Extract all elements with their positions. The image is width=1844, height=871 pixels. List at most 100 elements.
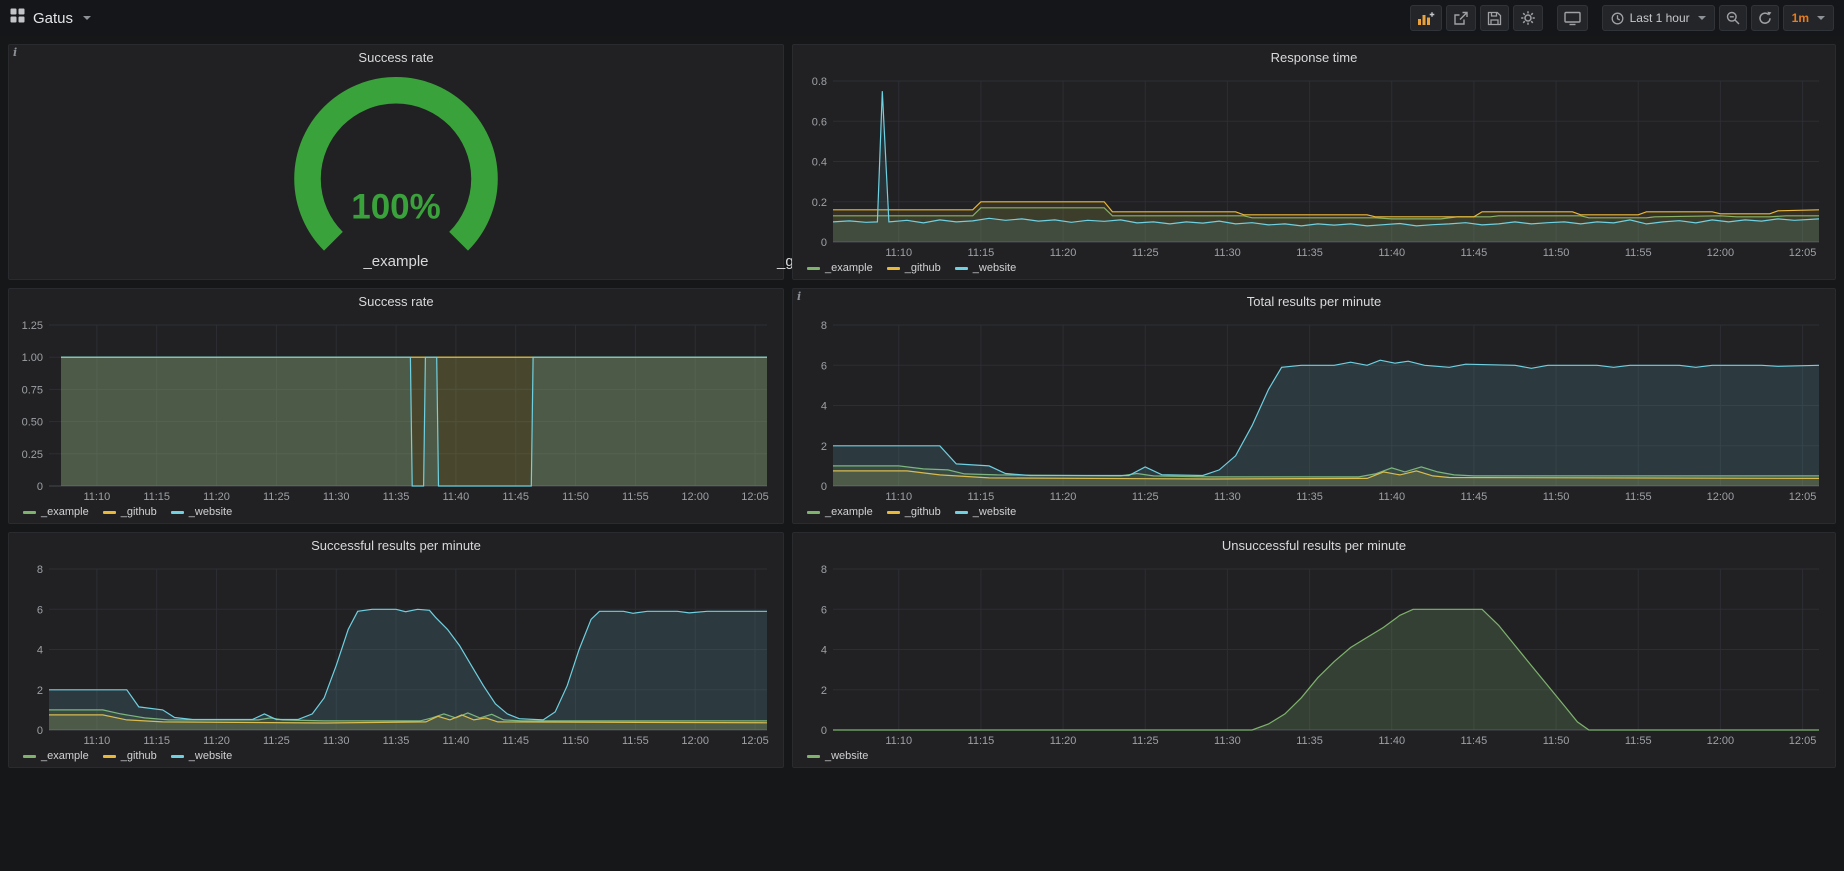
timeseries-plot[interactable]: 00.250.500.751.001.2511:1011:1511:2011:2… bbox=[15, 315, 777, 503]
svg-text:0.2: 0.2 bbox=[812, 197, 827, 209]
timeseries-plot[interactable]: 0246811:1011:1511:2011:2511:3011:3511:40… bbox=[799, 559, 1829, 747]
svg-text:0: 0 bbox=[37, 481, 43, 493]
legend-color-mark bbox=[171, 755, 184, 758]
navbar: Gatus Last 1 hour 1m bbox=[0, 0, 1844, 36]
monitor-icon bbox=[1564, 11, 1581, 26]
dashboard-grid: i Success rate 100%_example100%_github78… bbox=[0, 36, 1844, 776]
svg-text:11:50: 11:50 bbox=[1543, 491, 1570, 503]
svg-text:12:00: 12:00 bbox=[681, 491, 709, 503]
dashboard-grid-icon bbox=[10, 8, 25, 28]
chart-area[interactable]: 0246811:1011:1511:2011:2511:3011:3511:40… bbox=[15, 559, 777, 747]
panel-title[interactable]: Unsuccessful results per minute bbox=[793, 533, 1835, 559]
zoom-out-button[interactable] bbox=[1719, 5, 1747, 31]
zoom-out-magnifier-icon bbox=[1726, 11, 1740, 25]
chart-area[interactable]: 00.250.500.751.001.2511:1011:1511:2011:2… bbox=[15, 315, 777, 503]
svg-text:11:55: 11:55 bbox=[622, 735, 649, 747]
panel-title[interactable]: Total results per minute bbox=[793, 289, 1835, 315]
svg-text:11:40: 11:40 bbox=[1378, 491, 1405, 503]
svg-text:12:05: 12:05 bbox=[1789, 735, 1817, 747]
svg-text:0.6: 0.6 bbox=[812, 116, 827, 128]
legend-color-mark bbox=[807, 755, 820, 758]
legend-color-mark bbox=[887, 511, 900, 514]
timeseries-plot[interactable]: 0246811:1011:1511:2011:2511:3011:3511:40… bbox=[799, 315, 1829, 503]
legend-color-mark bbox=[807, 511, 820, 514]
svg-text:11:20: 11:20 bbox=[1050, 491, 1077, 503]
timeseries-plot[interactable]: 00.20.40.60.811:1011:1511:2011:2511:3011… bbox=[799, 71, 1829, 259]
chart-legend: _example _github _website bbox=[799, 259, 1829, 277]
legend-item-_website[interactable]: _website bbox=[171, 750, 232, 762]
legend-series-name: _github bbox=[121, 750, 157, 762]
legend-item-_website[interactable]: _website bbox=[807, 750, 868, 762]
legend-series-name: _github bbox=[905, 262, 941, 274]
svg-text:6: 6 bbox=[821, 360, 827, 372]
legend-item-_github[interactable]: _github bbox=[887, 262, 941, 274]
svg-text:11:20: 11:20 bbox=[1050, 735, 1077, 747]
svg-text:1.25: 1.25 bbox=[22, 320, 43, 332]
cycle-view-mode-button[interactable] bbox=[1557, 5, 1588, 31]
add-panel-button[interactable] bbox=[1410, 5, 1442, 31]
legend-series-name: _website bbox=[189, 506, 232, 518]
panel-title[interactable]: Response time bbox=[793, 45, 1835, 71]
svg-text:11:35: 11:35 bbox=[1296, 247, 1323, 259]
gauge-label: _example bbox=[363, 253, 428, 270]
share-button[interactable] bbox=[1446, 5, 1476, 31]
dashboard-picker[interactable]: Gatus bbox=[10, 8, 91, 28]
svg-text:11:55: 11:55 bbox=[1625, 735, 1652, 747]
svg-text:12:00: 12:00 bbox=[1707, 735, 1735, 747]
save-icon bbox=[1487, 11, 1502, 26]
chart-area[interactable]: 00.20.40.60.811:1011:1511:2011:2511:3011… bbox=[799, 71, 1829, 259]
svg-text:11:25: 11:25 bbox=[1132, 247, 1159, 259]
svg-text:11:10: 11:10 bbox=[84, 491, 111, 503]
legend-item-_github[interactable]: _github bbox=[103, 506, 157, 518]
svg-text:11:55: 11:55 bbox=[622, 491, 649, 503]
panel-body: 100%_example100%_github78.34%_website bbox=[9, 71, 783, 279]
svg-text:8: 8 bbox=[821, 320, 827, 332]
legend-item-_github[interactable]: _github bbox=[103, 750, 157, 762]
panel-title[interactable]: Successful results per minute bbox=[9, 533, 783, 559]
legend-item-_website[interactable]: _website bbox=[171, 506, 232, 518]
legend-series-name: _github bbox=[905, 506, 941, 518]
time-range-button[interactable]: Last 1 hour bbox=[1602, 5, 1715, 31]
svg-text:11:15: 11:15 bbox=[143, 735, 170, 747]
timeseries-plot[interactable]: 0246811:1011:1511:2011:2511:3011:3511:40… bbox=[15, 559, 777, 747]
svg-text:11:45: 11:45 bbox=[1461, 247, 1488, 259]
svg-text:11:30: 11:30 bbox=[323, 735, 350, 747]
chart-area[interactable]: 0246811:1011:1511:2011:2511:3011:3511:40… bbox=[799, 315, 1829, 503]
refresh-button[interactable] bbox=[1751, 5, 1779, 31]
svg-text:0.25: 0.25 bbox=[22, 449, 43, 461]
svg-text:11:20: 11:20 bbox=[203, 735, 230, 747]
panel-info-icon[interactable]: i bbox=[797, 290, 811, 304]
time-range-label: Last 1 hour bbox=[1630, 11, 1690, 25]
legend-item-_website[interactable]: _website bbox=[955, 262, 1016, 274]
svg-text:11:50: 11:50 bbox=[1543, 735, 1570, 747]
gauge-row: 100%_example100%_github78.34%_website bbox=[15, 71, 777, 277]
legend-series-name: _website bbox=[189, 750, 232, 762]
legend-item-_example[interactable]: _example bbox=[23, 750, 89, 762]
legend-item-_example[interactable]: _example bbox=[807, 506, 873, 518]
panel-body: 00.250.500.751.001.2511:1011:1511:2011:2… bbox=[9, 315, 783, 523]
svg-text:11:25: 11:25 bbox=[1132, 491, 1159, 503]
svg-text:0: 0 bbox=[821, 725, 827, 737]
settings-button[interactable] bbox=[1513, 5, 1543, 31]
svg-text:0.4: 0.4 bbox=[812, 157, 827, 169]
panel-info-icon[interactable]: i bbox=[13, 46, 27, 60]
panel-title[interactable]: Success rate bbox=[9, 45, 783, 71]
legend-item-_github[interactable]: _github bbox=[887, 506, 941, 518]
legend-item-_website[interactable]: _website bbox=[955, 506, 1016, 518]
share-icon bbox=[1453, 11, 1469, 26]
panel-title[interactable]: Success rate bbox=[9, 289, 783, 315]
legend-color-mark bbox=[23, 755, 36, 758]
svg-text:1.00: 1.00 bbox=[22, 352, 43, 364]
svg-text:6: 6 bbox=[821, 604, 827, 616]
chart-legend: _website bbox=[799, 747, 1829, 765]
refresh-interval-button[interactable]: 1m bbox=[1783, 5, 1834, 31]
save-button[interactable] bbox=[1480, 5, 1509, 31]
svg-text:11:10: 11:10 bbox=[84, 735, 111, 747]
svg-text:11:15: 11:15 bbox=[143, 491, 170, 503]
chart-legend: _example _github _website bbox=[15, 747, 777, 765]
svg-text:11:15: 11:15 bbox=[968, 735, 995, 747]
legend-item-_example[interactable]: _example bbox=[807, 262, 873, 274]
svg-text:11:40: 11:40 bbox=[443, 735, 470, 747]
legend-item-_example[interactable]: _example bbox=[23, 506, 89, 518]
chart-area[interactable]: 0246811:1011:1511:2011:2511:3011:3511:40… bbox=[799, 559, 1829, 747]
